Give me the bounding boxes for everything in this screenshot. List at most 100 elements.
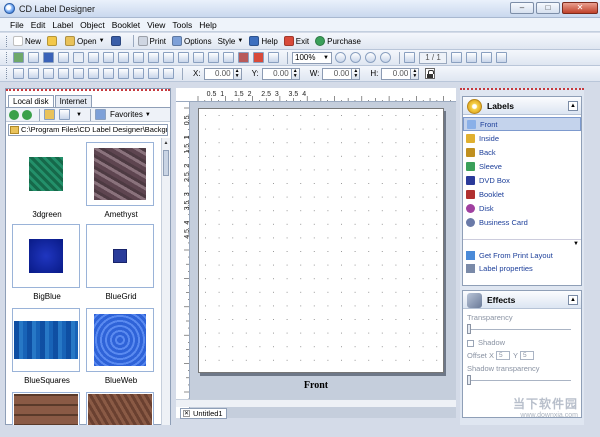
text-icon[interactable] bbox=[28, 52, 39, 63]
favorites-menu[interactable]: Favorites bbox=[110, 110, 143, 119]
up-folder-icon[interactable] bbox=[44, 109, 55, 120]
x-input[interactable]: 0.00 bbox=[203, 67, 234, 80]
label-canvas[interactable] bbox=[198, 108, 444, 373]
menu-tools[interactable]: Tools bbox=[172, 20, 192, 30]
zoom-page-icon[interactable] bbox=[380, 52, 391, 63]
align-center-icon[interactable] bbox=[28, 68, 39, 79]
align-middle-icon[interactable] bbox=[73, 68, 84, 79]
effects-header[interactable]: Effects ▲ bbox=[463, 291, 581, 309]
canvas-horizontal-scrollbar[interactable] bbox=[176, 399, 456, 407]
zoom-fit-icon[interactable] bbox=[365, 52, 376, 63]
thumbnail-item[interactable] bbox=[12, 392, 82, 425]
thumbnail-item[interactable]: BlueSquares bbox=[12, 308, 82, 385]
menu-edit[interactable]: Edit bbox=[31, 20, 46, 30]
path-field[interactable]: C:\Program Files\CD Label Designer\Backg… bbox=[8, 124, 168, 136]
add-page-icon[interactable] bbox=[496, 52, 507, 63]
open-button[interactable]: Open ▼ bbox=[65, 35, 105, 48]
thumbnail-item[interactable]: BigBlue bbox=[12, 224, 82, 301]
wizard-button[interactable] bbox=[47, 35, 59, 48]
labels-list-scrollbar[interactable]: ▼ bbox=[463, 239, 581, 249]
paint-icon[interactable] bbox=[253, 52, 264, 63]
label-item-back[interactable]: Back bbox=[463, 145, 581, 159]
menu-object[interactable]: Object bbox=[80, 20, 105, 30]
favorites-icon[interactable] bbox=[94, 109, 106, 120]
menu-help[interactable]: Help bbox=[199, 20, 216, 30]
delete-icon[interactable] bbox=[73, 52, 84, 63]
label-item-sleeve[interactable]: Sleeve bbox=[463, 159, 581, 173]
thumbnail-item[interactable]: Amethyst bbox=[86, 142, 156, 219]
label-item-disk[interactable]: Disk bbox=[463, 201, 581, 215]
h-spinner[interactable]: ▲ ▼ bbox=[411, 67, 420, 80]
thumbnail-item[interactable]: 3dgreen bbox=[12, 142, 82, 219]
label-item-inside[interactable]: Inside bbox=[463, 131, 581, 145]
labels-header[interactable]: Labels ▲ bbox=[463, 97, 581, 115]
paste-icon[interactable] bbox=[118, 52, 129, 63]
toolbar-grip[interactable] bbox=[6, 52, 9, 63]
h-input[interactable]: 0.00 bbox=[381, 67, 412, 80]
flip-icon[interactable] bbox=[163, 68, 174, 79]
thumbnail-item[interactable]: BlueGrid bbox=[86, 224, 156, 301]
style-button[interactable]: Style ▼ bbox=[218, 35, 244, 48]
close-tab-icon[interactable]: ✕ bbox=[183, 410, 190, 417]
help-button[interactable]: Help bbox=[249, 35, 278, 48]
last-page-icon[interactable] bbox=[481, 52, 492, 63]
offset-x-input[interactable]: 5 bbox=[495, 351, 510, 360]
align-bottom-icon[interactable] bbox=[88, 68, 99, 79]
save-button[interactable] bbox=[110, 35, 123, 48]
menu-file[interactable]: File bbox=[10, 20, 24, 30]
tab-internet[interactable]: Internet bbox=[54, 95, 92, 107]
panel-grip[interactable] bbox=[6, 89, 170, 92]
zoom-out-icon[interactable] bbox=[350, 52, 361, 63]
front-icon[interactable] bbox=[208, 52, 219, 63]
help-icon[interactable] bbox=[268, 52, 279, 63]
redo-icon[interactable] bbox=[148, 52, 159, 63]
copy-icon[interactable] bbox=[103, 52, 114, 63]
align-left-icon[interactable] bbox=[13, 68, 24, 79]
thumbnail-scrollbar[interactable]: ▲ bbox=[161, 138, 170, 425]
y-input[interactable]: 0.00 bbox=[261, 67, 292, 80]
group-icon[interactable] bbox=[178, 52, 189, 63]
shadow-checkbox[interactable] bbox=[467, 339, 474, 347]
x-spinner[interactable]: ▲ ▼ bbox=[233, 67, 242, 80]
undo-icon[interactable] bbox=[133, 52, 144, 63]
collapse-effects-button[interactable]: ▲ bbox=[568, 295, 578, 305]
zoom-select[interactable]: 100% ▼ bbox=[292, 51, 332, 64]
ungroup-icon[interactable] bbox=[193, 52, 204, 63]
distribute-v-icon[interactable] bbox=[118, 68, 129, 79]
zoom-in-icon[interactable] bbox=[335, 52, 346, 63]
align-icon[interactable] bbox=[163, 52, 174, 63]
menu-label[interactable]: Label bbox=[52, 20, 73, 30]
lock-icon[interactable] bbox=[425, 68, 436, 79]
w-spinner[interactable]: ▲ ▼ bbox=[352, 67, 361, 80]
close-button[interactable]: ✕ bbox=[562, 2, 598, 14]
distribute-h-icon[interactable] bbox=[103, 68, 114, 79]
next-page-icon[interactable] bbox=[451, 52, 462, 63]
same-size-icon[interactable] bbox=[133, 68, 144, 79]
w-input[interactable]: 0.00 bbox=[322, 67, 353, 80]
label-properties-link[interactable]: Label properties bbox=[463, 262, 581, 275]
forward-arrow-icon[interactable] bbox=[22, 109, 32, 120]
menu-booklet[interactable]: Booklet bbox=[112, 20, 140, 30]
label-item-dvd-box[interactable]: DVD Box bbox=[463, 173, 581, 187]
barcode-icon[interactable] bbox=[58, 52, 69, 63]
minimize-button[interactable]: – bbox=[510, 2, 534, 14]
thumbnail-item[interactable] bbox=[86, 392, 156, 425]
document-tab[interactable]: ✕ Untitled1 bbox=[180, 408, 227, 419]
label-item-business-card[interactable]: Business Card bbox=[463, 215, 581, 229]
exit-button[interactable]: Exit bbox=[283, 35, 309, 48]
thumbnail-item[interactable]: BlueWeb bbox=[86, 308, 156, 385]
offset-y-input[interactable]: 5 bbox=[519, 351, 534, 360]
back-arrow-icon[interactable] bbox=[9, 109, 19, 120]
prev-page-icon[interactable] bbox=[404, 52, 415, 63]
tab-local-disk[interactable]: Local disk bbox=[8, 95, 54, 107]
label-item-booklet[interactable]: Booklet bbox=[463, 187, 581, 201]
options-button[interactable]: Options bbox=[172, 35, 212, 48]
align-right-icon[interactable] bbox=[43, 68, 54, 79]
new-button[interactable]: New bbox=[13, 35, 41, 48]
get-from-print-layout-link[interactable]: Get From Print Layout bbox=[463, 249, 581, 262]
panel-grip[interactable] bbox=[460, 88, 584, 91]
toolbar-grip[interactable] bbox=[6, 35, 9, 47]
shadow-transparency-slider[interactable] bbox=[467, 375, 571, 385]
align-top-icon[interactable] bbox=[58, 68, 69, 79]
back-icon[interactable] bbox=[223, 52, 234, 63]
